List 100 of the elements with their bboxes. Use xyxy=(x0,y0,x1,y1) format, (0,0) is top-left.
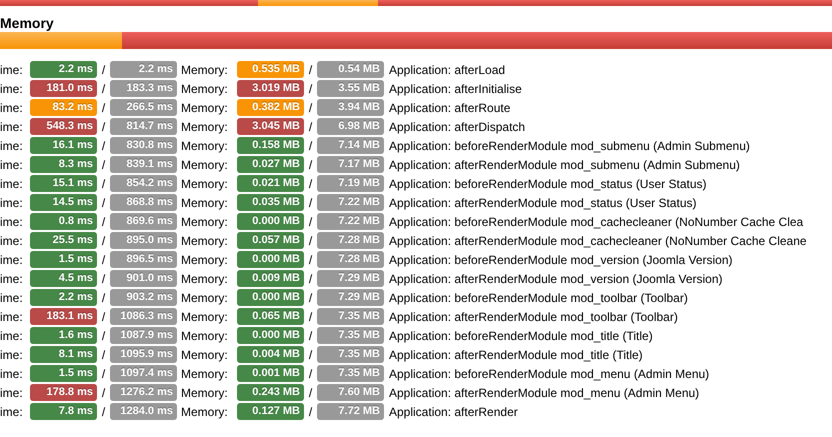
memory-badge: 0.004 MB xyxy=(237,346,304,363)
separator: / xyxy=(308,252,314,268)
separator: / xyxy=(100,346,106,364)
memory-label: Memory: xyxy=(180,308,229,326)
memory-label: Memory: xyxy=(180,328,229,344)
time-label: ime: xyxy=(0,404,24,420)
time-label: ime: xyxy=(0,384,24,402)
memory-label: Memory: xyxy=(180,156,229,174)
time-label: ime: xyxy=(0,270,24,288)
separator: / xyxy=(100,194,106,212)
total-memory-badge: 3.94 MB xyxy=(317,99,384,116)
event-text: Application: beforeRenderModule mod_version (Joomla Version) xyxy=(388,252,733,268)
time-label: ime: xyxy=(0,346,24,364)
memory-badge: 0.000 MB xyxy=(237,213,304,230)
total-memory-badge: 3.55 MB xyxy=(317,80,384,97)
total-time-badge: 266.5 ms xyxy=(110,99,177,116)
total-memory-badge: 7.35 MB xyxy=(317,346,384,363)
memory-badge: 0.000 MB xyxy=(237,251,304,268)
memory-badge: 0.000 MB xyxy=(237,327,304,344)
separator: / xyxy=(100,118,106,136)
memory-badge: 0.001 MB xyxy=(237,365,304,382)
total-time-badge: 1284.0 ms xyxy=(110,403,177,420)
memory-badge: 0.158 MB xyxy=(237,137,304,154)
total-time-badge: 854.2 ms xyxy=(110,175,177,192)
time-badge: 548.3 ms xyxy=(30,118,97,135)
total-time-badge: 1097.4 ms xyxy=(110,365,177,382)
separator: / xyxy=(308,176,314,192)
memory-label: Memory: xyxy=(180,194,229,212)
memory-badge: 0.535 MB xyxy=(237,61,304,78)
time-label: ime: xyxy=(0,118,24,136)
memory-label: Memory: xyxy=(180,346,229,364)
time-label: ime: xyxy=(0,214,24,230)
separator: / xyxy=(308,194,314,212)
separator: / xyxy=(100,308,106,326)
memory-badge: 0.382 MB xyxy=(237,99,304,116)
memory-label: Memory: xyxy=(180,232,229,250)
memory-badge: 3.045 MB xyxy=(237,118,304,135)
time-badge: 8.3 ms xyxy=(30,156,97,173)
separator: / xyxy=(100,214,106,230)
total-memory-badge: 7.22 MB xyxy=(317,213,384,230)
separator: / xyxy=(100,290,106,306)
total-memory-badge: 7.19 MB xyxy=(317,175,384,192)
time-badge: 181.0 ms xyxy=(30,80,97,97)
total-memory-badge: 7.28 MB xyxy=(317,232,384,249)
separator: / xyxy=(100,232,106,250)
total-memory-badge: 7.35 MB xyxy=(317,365,384,382)
memory-badge: 0.009 MB xyxy=(237,270,304,287)
separator: / xyxy=(100,138,106,154)
memory-label: Memory: xyxy=(180,138,229,154)
total-memory-badge: 6.98 MB xyxy=(317,118,384,135)
memory-label: Memory: xyxy=(180,214,229,230)
total-memory-badge: 0.54 MB xyxy=(317,61,384,78)
time-label: ime: xyxy=(0,328,24,344)
time-badge: 4.5 ms xyxy=(30,270,97,287)
memory-badge: 3.019 MB xyxy=(237,80,304,97)
total-time-badge: 869.6 ms xyxy=(110,213,177,230)
memory-label: Memory: xyxy=(180,252,229,268)
event-text: Application: beforeRenderModule mod_title (Title) xyxy=(388,328,653,344)
memory-label: Memory: xyxy=(180,366,229,382)
event-text: Application: beforeRenderModule mod_submenu (Admin Submenu) xyxy=(388,138,750,154)
separator: / xyxy=(308,328,314,344)
memory-badge: 0.035 MB xyxy=(237,194,304,211)
memory-badge: 0.057 MB xyxy=(237,232,304,249)
event-text: Application: afterRenderModule mod_cachecleaner (NoNumber Cache Cleane xyxy=(388,232,807,250)
time-badge: 183.1 ms xyxy=(30,308,97,325)
time-badge: 8.1 ms xyxy=(30,346,97,363)
separator: / xyxy=(100,80,106,98)
time-label: ime: xyxy=(0,290,24,306)
separator: / xyxy=(308,290,314,306)
event-text: Application: afterRenderModule mod_submenu (Admin Submenu) xyxy=(388,156,740,174)
event-text: Application: afterRenderModule mod_menu (Admin Menu) xyxy=(388,384,700,402)
event-text: Application: beforeRenderModule mod_cachecleaner (NoNumber Cache Clea xyxy=(388,214,804,230)
memory-label: Memory: xyxy=(180,384,229,402)
separator: / xyxy=(308,384,314,402)
time-label: ime: xyxy=(0,62,24,78)
time-label: ime: xyxy=(0,252,24,268)
memory-badge: 0.127 MB xyxy=(237,403,304,420)
event-text: Application: beforeRenderModule mod_toolbar (Toolbar) xyxy=(388,290,688,306)
time-badge: 1.6 ms xyxy=(30,327,97,344)
event-text: Application: afterRenderModule mod_title (Title) xyxy=(388,346,643,364)
memory-label: Memory: xyxy=(180,290,229,306)
time-badge: 83.2 ms xyxy=(30,99,97,116)
separator: / xyxy=(100,384,106,402)
memory-label: Memory: xyxy=(180,100,229,116)
memory-label: Memory: xyxy=(180,62,229,78)
time-label: ime: xyxy=(0,138,24,154)
time-badge: 0.8 ms xyxy=(30,213,97,230)
separator: / xyxy=(100,270,106,288)
separator: / xyxy=(308,100,314,116)
total-time-badge: 839.1 ms xyxy=(110,156,177,173)
event-text: Application: beforeRenderModule mod_menu (Admin Menu) xyxy=(388,366,710,382)
separator: / xyxy=(308,214,314,230)
total-time-badge: 830.8 ms xyxy=(110,137,177,154)
separator: / xyxy=(308,308,314,326)
total-time-badge: 814.7 ms xyxy=(110,118,177,135)
event-text: Application: afterInitialise xyxy=(388,80,522,98)
event-text: Application: afterRoute xyxy=(388,100,510,116)
separator: / xyxy=(308,80,314,98)
time-label: ime: xyxy=(0,80,24,98)
total-time-badge: 1087.9 ms xyxy=(110,327,177,344)
